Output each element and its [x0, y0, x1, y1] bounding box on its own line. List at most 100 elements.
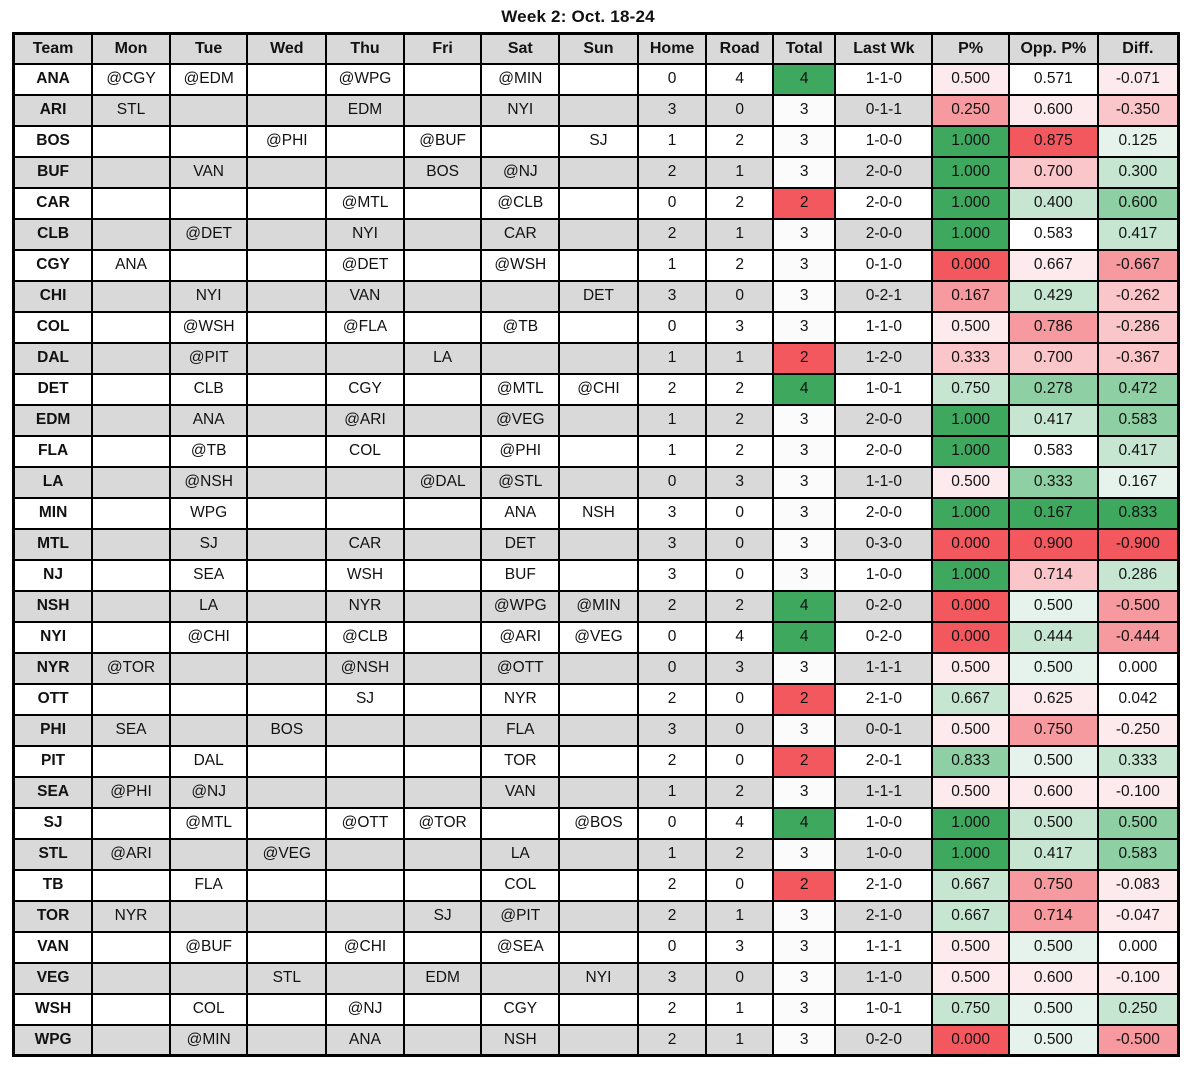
- cell-opp-points-pct: 0.625: [1007, 682, 1099, 716]
- cell-tue: [168, 899, 249, 933]
- table-row: BOS @PHI @BUF SJ 1 2 3 1-0-0 1.000 0.875 0.125: [12, 124, 1180, 158]
- column-header-opp-pct[interactable]: Opp. P%: [1007, 32, 1099, 65]
- column-header-team[interactable]: Team: [12, 32, 94, 65]
- cell-tue: FLA: [168, 868, 249, 902]
- cell-road: 0: [705, 279, 774, 313]
- cell-team[interactable]: PHI: [12, 713, 94, 747]
- column-header-points-pct[interactable]: P%: [931, 32, 1010, 65]
- cell-mon: [91, 1023, 171, 1057]
- column-header-thu[interactable]: Thu: [325, 32, 405, 65]
- cell-thu: [325, 837, 405, 871]
- table-row: COL @WSH @FLA @TB 0 3 3 1-1-0 0.500 0.786 -0.286: [12, 310, 1180, 344]
- cell-team[interactable]: COL: [12, 310, 94, 344]
- table-row: ANA @CGY @EDM @WPG @MIN 0 4 4 1-1-0 0.500 0.571 -0.…: [12, 62, 1180, 96]
- column-header-sat[interactable]: Sat: [480, 32, 561, 65]
- cell-sat: @VEG: [480, 403, 561, 437]
- cell-sun: [558, 248, 639, 282]
- cell-team[interactable]: FLA: [12, 434, 94, 468]
- cell-team[interactable]: EDM: [12, 403, 94, 437]
- cell-thu: @CLB: [325, 620, 405, 654]
- cell-team[interactable]: NJ: [12, 558, 94, 592]
- cell-team[interactable]: CAR: [12, 186, 94, 220]
- cell-team[interactable]: DET: [12, 372, 94, 406]
- cell-team[interactable]: BUF: [12, 155, 94, 189]
- cell-wed: [246, 806, 328, 840]
- cell-road: 0: [705, 868, 774, 902]
- cell-points-pct: 0.750: [931, 372, 1010, 406]
- cell-wed: [246, 155, 328, 189]
- cell-road: 2: [705, 124, 774, 158]
- cell-sun: [558, 868, 639, 902]
- cell-last-week-record: 2-1-0: [834, 868, 934, 902]
- column-header-mon[interactable]: Mon: [91, 32, 171, 65]
- column-header-tue[interactable]: Tue: [168, 32, 249, 65]
- cell-mon: ANA: [91, 248, 171, 282]
- cell-team[interactable]: STL: [12, 837, 94, 871]
- cell-team[interactable]: WPG: [12, 1023, 94, 1057]
- cell-team[interactable]: CHI: [12, 279, 94, 313]
- cell-team[interactable]: CLB: [12, 217, 94, 251]
- cell-team[interactable]: MIN: [12, 496, 94, 530]
- cell-team[interactable]: VEG: [12, 961, 94, 995]
- cell-wed: [246, 341, 328, 375]
- cell-mon: @TOR: [91, 651, 171, 685]
- cell-team[interactable]: ANA: [12, 62, 94, 96]
- cell-last-week-record: 1-1-1: [834, 775, 934, 809]
- cell-sat: VAN: [480, 775, 561, 809]
- cell-team[interactable]: TOR: [12, 899, 94, 933]
- cell-team[interactable]: MTL: [12, 527, 94, 561]
- cell-team[interactable]: NYI: [12, 620, 94, 654]
- cell-mon: [91, 930, 171, 964]
- table-row: VEG STL EDM NYI 3 0 3 1-1-0 0.500 0.600 -0.100: [12, 961, 1180, 995]
- cell-home: 0: [636, 62, 708, 96]
- cell-sat: @WPG: [480, 589, 561, 623]
- cell-team[interactable]: SJ: [12, 806, 94, 840]
- column-header-wed[interactable]: Wed: [246, 32, 328, 65]
- cell-team[interactable]: LA: [12, 465, 94, 499]
- cell-wed: [246, 651, 328, 685]
- cell-team[interactable]: VAN: [12, 930, 94, 964]
- cell-diff: 0.417: [1096, 434, 1180, 468]
- cell-team[interactable]: ARI: [12, 93, 94, 127]
- column-header-sun[interactable]: Sun: [558, 32, 639, 65]
- cell-fri: [402, 930, 483, 964]
- cell-team[interactable]: BOS: [12, 124, 94, 158]
- cell-team[interactable]: WSH: [12, 992, 94, 1026]
- cell-total: 3: [771, 217, 837, 251]
- cell-fri: [402, 992, 483, 1026]
- column-header-home[interactable]: Home: [636, 32, 708, 65]
- cell-mon: [91, 186, 171, 220]
- cell-thu: NYR: [325, 589, 405, 623]
- cell-last-week-record: 1-0-0: [834, 806, 934, 840]
- cell-last-week-record: 0-1-0: [834, 248, 934, 282]
- cell-team[interactable]: DAL: [12, 341, 94, 375]
- cell-diff: -0.500: [1096, 1023, 1180, 1057]
- cell-road: 2: [705, 372, 774, 406]
- cell-team[interactable]: NSH: [12, 589, 94, 623]
- column-header-road[interactable]: Road: [705, 32, 774, 65]
- cell-mon: STL: [91, 93, 171, 127]
- cell-fri: [402, 1023, 483, 1057]
- table-row: DET CLB CGY @MTL @CHI 2 2 4 1-0-1 0.750 0.278 0.472: [12, 372, 1180, 406]
- column-header-last-wk[interactable]: Last Wk: [834, 32, 934, 65]
- cell-diff: 0.583: [1096, 403, 1180, 437]
- cell-fri: [402, 868, 483, 902]
- column-header-total[interactable]: Total: [771, 32, 837, 65]
- cell-team[interactable]: CGY: [12, 248, 94, 282]
- cell-diff: 0.417: [1096, 217, 1180, 251]
- column-header-diff[interactable]: Diff.: [1096, 32, 1180, 65]
- cell-team[interactable]: OTT: [12, 682, 94, 716]
- cell-team[interactable]: SEA: [12, 775, 94, 809]
- cell-team[interactable]: TB: [12, 868, 94, 902]
- cell-team[interactable]: PIT: [12, 744, 94, 778]
- cell-home: 1: [636, 124, 708, 158]
- cell-thu: @NSH: [325, 651, 405, 685]
- cell-sat: [480, 961, 561, 995]
- cell-points-pct: 1.000: [931, 124, 1010, 158]
- cell-sat: BUF: [480, 558, 561, 592]
- cell-last-week-record: 0-2-0: [834, 589, 934, 623]
- cell-thu: @OTT: [325, 806, 405, 840]
- cell-last-week-record: 2-1-0: [834, 899, 934, 933]
- column-header-fri[interactable]: Fri: [402, 32, 483, 65]
- cell-team[interactable]: NYR: [12, 651, 94, 685]
